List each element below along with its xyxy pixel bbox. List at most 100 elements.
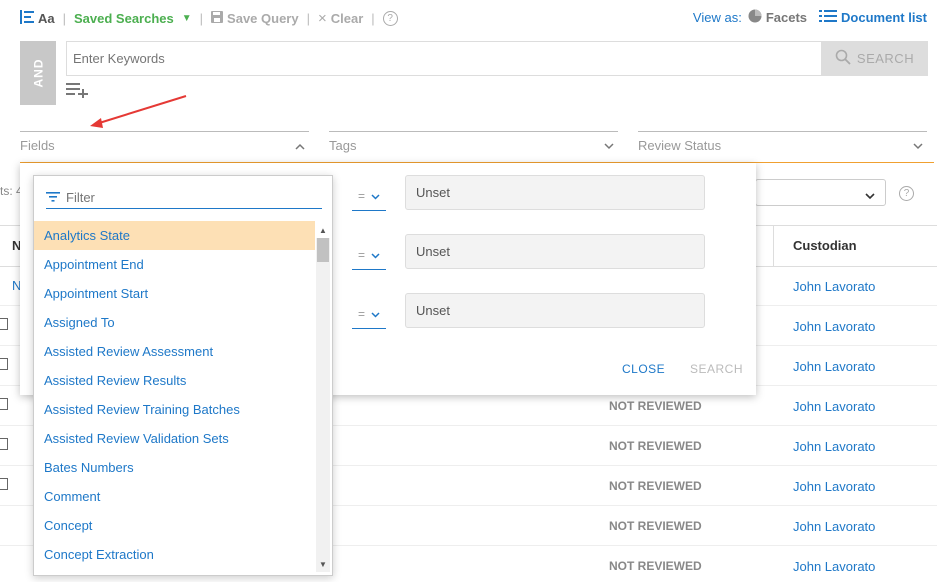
- list-item[interactable]: Concept: [34, 511, 315, 540]
- chevron-down-icon: [371, 307, 380, 321]
- custodian-cell[interactable]: John Lavorato: [793, 279, 875, 294]
- list-item[interactable]: Appointment End: [34, 250, 315, 279]
- custodian-column-header[interactable]: Custodian: [793, 238, 857, 253]
- scrollbar-thumb[interactable]: [317, 238, 329, 262]
- document-icon: [0, 478, 8, 490]
- operator-select[interactable]: =: [352, 181, 386, 211]
- saved-searches-button[interactable]: Saved Searches ▼: [74, 11, 192, 26]
- review-status-filter[interactable]: Review Status: [638, 131, 927, 153]
- condition-value-field[interactable]: Unset: [405, 175, 705, 210]
- operator-select[interactable]: =: [352, 299, 386, 329]
- field-list: Analytics State Appointment End Appointm…: [34, 221, 315, 569]
- operator-label: AND: [31, 58, 45, 88]
- custodian-cell[interactable]: John Lavorato: [793, 399, 875, 414]
- operator-value: =: [357, 306, 365, 321]
- close-icon: ×: [317, 9, 327, 27]
- view-as-switcher: View as: Facets Document list: [693, 9, 927, 26]
- chevron-down-icon: [913, 138, 923, 153]
- document-icon: [0, 438, 8, 450]
- review-status-filter-label: Review Status: [638, 138, 722, 153]
- filter-icon: [46, 190, 60, 205]
- annotation-arrow-icon: [90, 95, 187, 128]
- clear-label: Clear: [330, 10, 364, 26]
- search-button-label: SEARCH: [856, 51, 915, 66]
- fields-filter-label: Fields: [20, 138, 55, 153]
- saved-searches-label: Saved Searches: [74, 10, 174, 26]
- filter-input[interactable]: [66, 190, 306, 205]
- custodian-cell[interactable]: John Lavorato: [793, 319, 875, 334]
- operator-select[interactable]: =: [352, 240, 386, 270]
- list-item[interactable]: Analytics State: [34, 221, 315, 250]
- list-item[interactable]: Concept Extraction: [34, 540, 315, 569]
- operator-value: =: [357, 247, 365, 262]
- review-status-cell: NOT REVIEWED: [609, 479, 702, 493]
- panel-search-button[interactable]: SEARCH: [690, 362, 743, 376]
- condition-value: Unset: [416, 185, 450, 200]
- chevron-down-icon: [865, 188, 875, 203]
- chevron-up-icon: [295, 138, 305, 153]
- pie-chart-icon: [748, 9, 762, 26]
- review-status-cell: NOT REVIEWED: [609, 399, 702, 413]
- document-icon: [0, 318, 8, 330]
- custodian-cell[interactable]: John Lavorato: [793, 519, 875, 534]
- operator-value: =: [357, 188, 365, 203]
- separator: |: [371, 10, 375, 26]
- chevron-down-icon: [604, 138, 614, 153]
- condition-value: Unset: [416, 244, 450, 259]
- tags-filter-label: Tags: [329, 138, 357, 153]
- list-item[interactable]: Appointment Start: [34, 279, 315, 308]
- help-icon[interactable]: ?: [899, 186, 914, 201]
- list-icon: [819, 10, 838, 25]
- document-list-label: Document list: [841, 10, 927, 25]
- separator: |: [62, 10, 67, 26]
- save-query-button[interactable]: Save Query: [211, 10, 299, 26]
- chevron-down-icon: [371, 248, 380, 262]
- scroll-up-icon[interactable]: ▲: [319, 226, 327, 235]
- toolbar: Aa | Saved Searches ▼ | Save Query | × C…: [20, 8, 398, 28]
- save-query-label: Save Query: [227, 10, 299, 26]
- brand-toggle[interactable]: Aa: [20, 9, 55, 27]
- document-icon: [0, 358, 8, 370]
- tags-filter[interactable]: Tags: [329, 131, 618, 153]
- list-item[interactable]: Assigned To: [34, 308, 315, 337]
- facets-label: Facets: [765, 10, 808, 25]
- review-status-cell: NOT REVIEWED: [609, 559, 702, 573]
- brand-label: Aa: [38, 10, 55, 26]
- close-button[interactable]: CLOSE: [622, 362, 665, 376]
- scrollbar[interactable]: [316, 238, 330, 572]
- scroll-down-icon[interactable]: ▼: [319, 560, 327, 569]
- view-as-label: View as:: [692, 10, 742, 25]
- list-item[interactable]: Assisted Review Validation Sets: [34, 424, 315, 453]
- fields-filter[interactable]: Fields: [20, 131, 309, 153]
- custodian-cell[interactable]: John Lavorato: [793, 479, 875, 494]
- fields-dropdown: Analytics State Appointment End Appointm…: [33, 175, 333, 576]
- keywords-input[interactable]: [66, 41, 822, 76]
- review-status-cell: NOT REVIEWED: [609, 519, 702, 533]
- review-status-cell: NOT REVIEWED: [609, 439, 702, 453]
- list-item[interactable]: Assisted Review Training Batches: [34, 395, 315, 424]
- list-item[interactable]: Assisted Review Assessment: [34, 337, 315, 366]
- filter-field[interactable]: [46, 187, 322, 209]
- condition-value: Unset: [416, 303, 450, 318]
- list-item[interactable]: Comment: [34, 482, 315, 511]
- clear-button[interactable]: × Clear: [318, 10, 363, 27]
- document-icon: [0, 398, 8, 410]
- condition-value-field[interactable]: Unset: [405, 293, 705, 328]
- custodian-cell[interactable]: John Lavorato: [793, 439, 875, 454]
- page-size-select[interactable]: [755, 179, 886, 206]
- separator: |: [199, 10, 204, 26]
- help-icon[interactable]: ?: [382, 10, 398, 26]
- column-divider: [773, 226, 774, 266]
- list-item[interactable]: Assisted Review Results: [34, 366, 315, 395]
- search-icon: [835, 49, 851, 68]
- boolean-operator-toggle[interactable]: AND: [20, 41, 56, 105]
- facets-button[interactable]: Facets: [748, 9, 807, 26]
- document-list-button[interactable]: Document list: [819, 10, 927, 25]
- caret-down-icon: ▼: [181, 12, 192, 24]
- list-format-icon: [20, 9, 34, 27]
- custodian-cell[interactable]: John Lavorato: [793, 359, 875, 374]
- search-button[interactable]: SEARCH: [821, 41, 928, 76]
- custodian-cell[interactable]: John Lavorato: [793, 559, 875, 574]
- condition-value-field[interactable]: Unset: [405, 234, 705, 269]
- list-item[interactable]: Bates Numbers: [34, 453, 315, 482]
